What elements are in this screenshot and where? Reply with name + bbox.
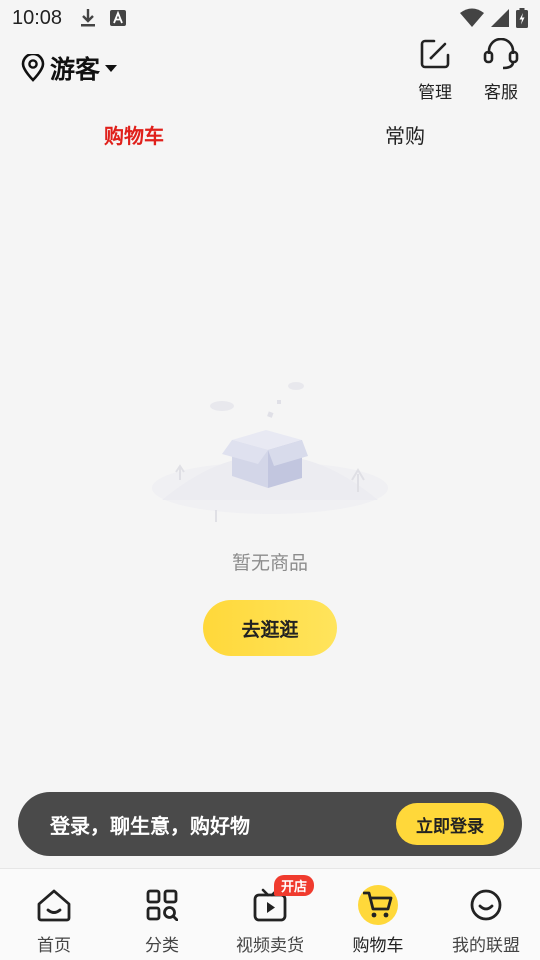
smile-icon bbox=[466, 885, 506, 925]
headset-icon bbox=[483, 37, 519, 70]
service-label: 客服 bbox=[484, 83, 518, 103]
status-system-icons bbox=[460, 8, 528, 28]
login-banner: 登录，聊生意，购好物 立即登录 bbox=[18, 792, 522, 856]
login-now-button[interactable]: 立即登录 bbox=[396, 803, 504, 845]
header: 游客 管理 客服 bbox=[0, 36, 540, 106]
manage-button[interactable]: 管理 bbox=[410, 38, 460, 103]
go-shopping-button[interactable]: 去逛逛 bbox=[203, 600, 337, 656]
nav-label-my-alliance: 我的联盟 bbox=[452, 936, 520, 956]
nav-item-home[interactable]: 首页 bbox=[0, 869, 108, 960]
tab-frequent-purchase[interactable]: 常购 bbox=[385, 120, 425, 149]
nav-label-video-sales: 视频卖货 bbox=[236, 936, 304, 956]
edit-icon bbox=[420, 39, 450, 69]
download-icon bbox=[81, 9, 96, 27]
font-app-icon bbox=[110, 10, 127, 26]
battery-icon bbox=[516, 8, 528, 28]
login-banner-text: 登录，聊生意，购好物 bbox=[50, 813, 250, 838]
open-store-badge: 开店 bbox=[274, 875, 315, 896]
cart-screen: 10:08 游客 管理 客服 购物车 常购 暂无商品 去逛逛 登录，聊生意，购好… bbox=[0, 0, 540, 960]
signal-icon bbox=[491, 9, 509, 27]
location-selector[interactable]: 游客 bbox=[20, 50, 118, 86]
location-pin-icon bbox=[21, 54, 45, 82]
home-icon bbox=[34, 885, 74, 925]
status-time: 10:08 bbox=[12, 6, 63, 29]
status-notification-icons bbox=[80, 8, 127, 28]
cart-tabs: 购物车 常购 bbox=[0, 112, 540, 158]
nav-label-cart: 购物车 bbox=[352, 936, 404, 956]
location-name: 游客 bbox=[50, 55, 101, 84]
manage-label: 管理 bbox=[418, 83, 452, 103]
empty-box-illustration bbox=[152, 382, 388, 522]
status-bar: 10:08 bbox=[0, 0, 540, 36]
nav-label-home: 首页 bbox=[37, 936, 71, 956]
empty-message: 暂无商品 bbox=[231, 552, 308, 574]
nav-item-category[interactable]: 分类 bbox=[108, 869, 216, 960]
nav-item-my-alliance[interactable]: 我的联盟 bbox=[432, 869, 540, 960]
nav-item-video-sales[interactable]: 开店 视频卖货 bbox=[216, 869, 324, 960]
caret-down-icon bbox=[105, 65, 118, 72]
category-icon bbox=[142, 885, 182, 925]
nav-item-cart[interactable]: 购物车 bbox=[324, 869, 432, 960]
bottom-nav: 首页 分类 开店 视频卖货 购物车 我的联盟 bbox=[0, 868, 540, 960]
tab-cart[interactable]: 购物车 bbox=[104, 120, 164, 149]
cart-icon bbox=[358, 885, 398, 925]
customer-service-button[interactable]: 客服 bbox=[476, 37, 526, 103]
wifi-icon bbox=[460, 8, 484, 27]
nav-label-category: 分类 bbox=[145, 936, 179, 956]
